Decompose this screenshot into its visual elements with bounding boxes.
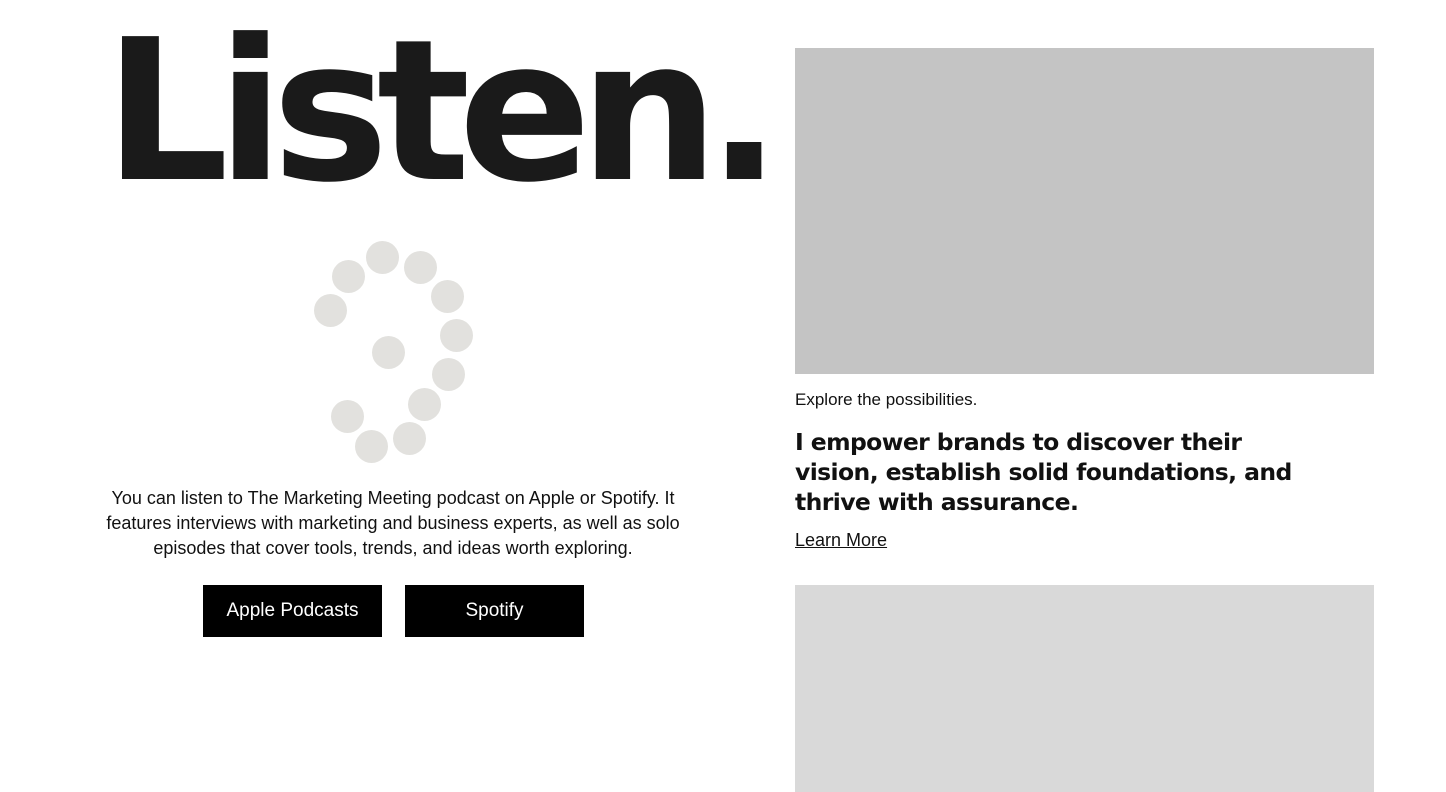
- spinner-dot: [314, 294, 347, 327]
- spotify-button[interactable]: Spotify: [405, 585, 584, 637]
- spinner-dot: [366, 241, 399, 274]
- secondary-image-placeholder: [795, 585, 1374, 792]
- spinner-dot: [372, 336, 405, 369]
- spinner-dot: [440, 319, 473, 352]
- apple-podcasts-button[interactable]: Apple Podcasts: [203, 585, 382, 637]
- spinner-dot: [355, 430, 388, 463]
- podcast-description: You can listen to The Marketing Meeting …: [106, 488, 680, 558]
- loading-spinner-icon: [305, 232, 485, 472]
- spinner-dot: [332, 260, 365, 293]
- page-title: Listen.: [104, 0, 781, 226]
- spinner-dot: [408, 388, 441, 421]
- feature-headline: I empower brands to discover their visio…: [795, 428, 1292, 516]
- page: Listen. You can listen to The Marketing …: [0, 0, 1446, 792]
- spinner-dot: [331, 400, 364, 433]
- feature-image-placeholder: [795, 48, 1374, 374]
- feature-eyebrow: Explore the possibilities.: [795, 390, 978, 409]
- spinner-dot: [404, 251, 437, 284]
- spinner-dot: [431, 280, 464, 313]
- spinner-dot: [393, 422, 426, 455]
- learn-more-link[interactable]: Learn More: [795, 529, 887, 551]
- podcast-section: Listen. You can listen to The Marketing …: [0, 0, 790, 792]
- spinner-dot: [432, 358, 465, 391]
- feature-card: Explore the possibilities. I empower bra…: [795, 48, 1374, 551]
